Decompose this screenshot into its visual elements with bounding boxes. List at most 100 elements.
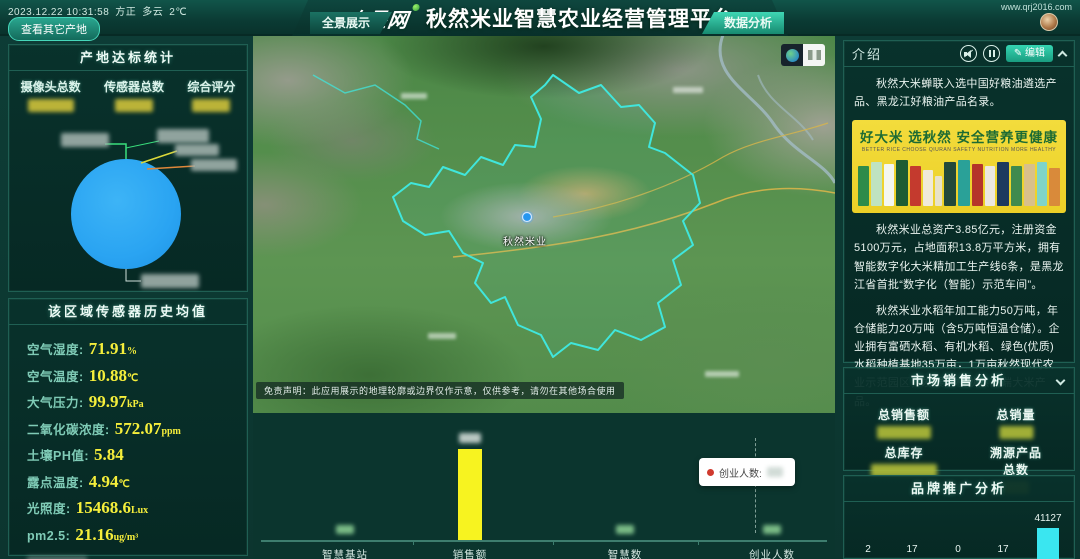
intro-paragraph-1: 秋然大米蝉联入选中国好粮油遴选产品、黑龙江好粮油产品名录。 — [854, 75, 1064, 111]
x-axis — [261, 540, 827, 542]
banner-title: 好大米 选秋然 安全营养更健康 — [858, 126, 1060, 146]
brand-panel-title: 品牌推广分析 — [844, 476, 1074, 502]
sensor-row: 光照度:15468.6Lux — [27, 498, 247, 525]
chart-tooltip: 创业人数: — [699, 458, 795, 486]
standards-panel-title: 产地达标统计 — [9, 45, 247, 71]
series-dot — [707, 469, 714, 476]
collapse-chevron-icon[interactable] — [1056, 376, 1066, 386]
intro-paragraph-2: 秋然米业总资产3.85亿元，注册资金5100万元，占地面积13.8万平方米，拥有… — [854, 221, 1064, 294]
view-other-sites-button[interactable]: 查看其它产地 — [8, 17, 100, 41]
map-town-label-blurred — [673, 87, 703, 93]
datetime-weather: 2023.12.22 10:31:58方正多云2℃ — [8, 3, 193, 18]
pie-label-blurred — [175, 144, 219, 156]
pause-icon[interactable] — [983, 45, 1000, 62]
bar-value: 17 — [997, 544, 1008, 555]
map-town-label-blurred — [428, 333, 456, 339]
blurred-value — [459, 433, 481, 443]
stat-label: 传感器总数 — [104, 78, 164, 95]
map-marker-label: 秋然米业 — [503, 233, 547, 248]
sensor-row: 土壤PH值:5.84 — [27, 445, 247, 472]
blurred-value — [616, 525, 634, 534]
blurred-value — [999, 426, 1033, 439]
standards-panel: 产地达标统计 摄像头总数 传感器总数 综合评分 — [8, 44, 248, 292]
sensor-row: pm2.5:21.16ug/m³ — [27, 525, 247, 552]
bar-value: 2 — [865, 544, 871, 555]
sensor-value: 4.94 — [89, 472, 119, 491]
stat-label: 综合评分 — [187, 78, 235, 95]
stat-score: 综合评分 — [187, 78, 235, 117]
category-label: 销售额 — [453, 547, 488, 559]
pie-label-blurred — [157, 129, 209, 143]
map-overlay — [253, 35, 835, 413]
stat-label: 总销量 — [996, 406, 1035, 423]
blurred-value — [763, 525, 781, 534]
brand-promotion-panel: 品牌推广分析 2 17 0 17 41127 文章 可视对话 直播 农旅导航 观… — [843, 475, 1075, 559]
sensor-row-partial — [27, 551, 247, 559]
user-avatar[interactable] — [1040, 13, 1058, 31]
brand-promotion-chart[interactable]: 2 17 0 17 41127 文章 可视对话 直播 农旅导航 观看数 — [844, 500, 1074, 559]
stat-label: 摄像头总数 — [21, 78, 81, 95]
sensor-unit: ug/m³ — [114, 532, 139, 543]
metrics-bar-chart[interactable]: 智慧基站 销售额 智慧数 创业人数 创业人数: — [253, 413, 835, 559]
map-town-label-blurred — [401, 93, 427, 99]
banner-subtitle: BETTER RICE CHOOSE QIURAN SAFETY NUTRITI… — [858, 147, 1060, 153]
blurred-value — [115, 99, 153, 112]
blurred-value — [192, 99, 230, 112]
bar-sales[interactable] — [458, 449, 482, 540]
collapse-chevron-icon[interactable] — [1058, 51, 1068, 61]
sensor-label: 二氧化碳浓度 — [27, 423, 105, 437]
pie-label-blurred — [141, 274, 199, 288]
blurred-value — [767, 467, 783, 477]
sensor-unit: ℃ — [118, 479, 129, 490]
blurred-value — [877, 426, 931, 439]
mute-icon[interactable] — [960, 45, 977, 62]
intro-title: 介绍 — [852, 44, 882, 63]
sensor-row: 空气湿度:71.91% — [27, 339, 247, 366]
data-analysis-button[interactable]: 数据分析 — [702, 12, 784, 34]
sensor-value: 99.97 — [89, 392, 127, 411]
city-text: 方正 — [115, 7, 136, 18]
sensor-label: 露点温度 — [27, 476, 79, 490]
sensor-unit: ℃ — [127, 373, 138, 384]
sensor-row: 露点温度:4.94℃ — [27, 472, 247, 499]
pie-label-blurred — [61, 133, 109, 147]
bar-value: 41127 — [1034, 513, 1061, 524]
axis-tick — [413, 540, 414, 545]
satellite-toggle-icon[interactable] — [781, 44, 803, 66]
bar-value: 17 — [906, 544, 917, 555]
market-analysis-panel: 市场销售分析 总销售额 总销量 总库存 溯源产品总数 — [843, 367, 1075, 471]
sensor-row: 大气压力:99.97kPa — [27, 392, 247, 419]
product-packages-image — [858, 158, 1060, 206]
bar-value: 0 — [955, 544, 961, 555]
market-panel-title: 市场销售分析 — [844, 368, 1074, 394]
satellite-map[interactable]: 秋然米业 免责声明：此应用展示的地理轮廓或边界仅作示意，仅供参考，请勿在其他场合… — [253, 35, 835, 413]
sensor-rows: 空气湿度:71.91% 空气温度:10.88℃ 大气压力:99.97kPa 二氧… — [9, 325, 247, 559]
tooltip-label: 创业人数: — [719, 465, 762, 480]
category-label: 创业人数 — [749, 547, 795, 559]
panorama-button[interactable]: 全景展示 — [310, 12, 392, 34]
compliance-pie-chart[interactable] — [71, 159, 181, 269]
stat-label: 溯源产品总数 — [987, 444, 1045, 478]
sensor-panel-title: 该区域传感器历史均值 — [9, 299, 247, 325]
sensor-value: 21.16 — [75, 525, 113, 544]
website-url: www.qrj2016.com — [1001, 2, 1072, 12]
category-label: 智慧基站 — [322, 547, 368, 559]
sensor-value: 71.91 — [89, 339, 127, 358]
category-label: 智慧数 — [608, 547, 643, 559]
map-disclaimer: 免责声明：此应用展示的地理轮廓或边界仅作示意，仅供参考，请勿在其他场合使用 — [256, 382, 624, 399]
sensor-label: 空气湿度 — [27, 343, 79, 357]
map-layer-toggle-icon[interactable] — [803, 44, 825, 66]
sensor-value: 572.07 — [115, 419, 162, 438]
standards-stats: 摄像头总数 传感器总数 综合评分 — [9, 78, 247, 117]
sensor-row: 空气温度:10.88℃ — [27, 366, 247, 393]
ad-banner[interactable]: 好大米 选秋然 安全营养更健康 BETTER RICE CHOOSE QIURA… — [852, 120, 1066, 213]
sensor-unit: Lux — [131, 505, 148, 516]
map-controls — [781, 44, 825, 66]
sensor-value: 5.84 — [94, 445, 124, 464]
blurred-value — [28, 99, 74, 112]
map-town-label-blurred — [705, 371, 739, 377]
sensor-label: 大气压力 — [27, 396, 79, 410]
intro-header: 介绍 ✎ 编辑 — [844, 41, 1074, 67]
edit-button[interactable]: ✎ 编辑 — [1006, 45, 1053, 62]
bar-viewers[interactable] — [1037, 528, 1059, 559]
